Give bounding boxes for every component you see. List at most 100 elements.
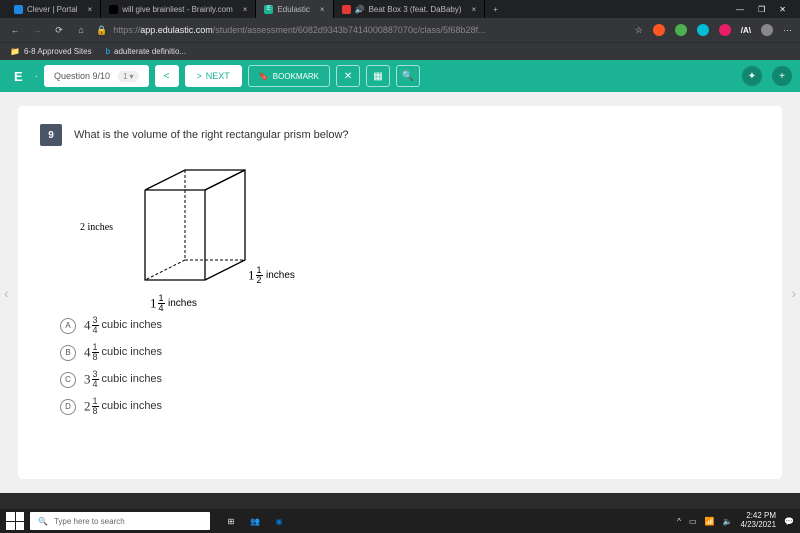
app-header: E · Question 9/10 1▾ < >NEXT 🔖BOOKMARK ✕… xyxy=(0,60,800,92)
address-bar: ← → ⟳ ⌂ 🔒 https://app.edulastic.com/stud… xyxy=(0,18,800,42)
bookmark-item[interactable]: 📁 6-8 Approved Sites xyxy=(10,47,92,56)
back-button[interactable]: ← xyxy=(8,25,22,35)
date-text: 4/23/2021 xyxy=(740,521,776,530)
app-logo: E xyxy=(8,69,29,84)
bookmark-item[interactable]: b adulterate definitio... xyxy=(106,47,187,56)
extension-icon[interactable]: /A\ xyxy=(741,26,751,35)
width-label: 114 inches xyxy=(150,294,197,313)
tab-label: Edulastic xyxy=(277,5,309,14)
tab-brainly[interactable]: will give brainliest - Brainly.com × xyxy=(101,0,256,18)
choice-letter: D xyxy=(60,399,76,415)
close-window-icon[interactable]: ✕ xyxy=(779,5,786,14)
profile-icon[interactable] xyxy=(761,24,773,36)
choice-b[interactable]: B 418cubic inches xyxy=(60,343,760,362)
task-view-button[interactable]: ⊞ xyxy=(220,512,242,530)
home-button[interactable]: ⌂ xyxy=(74,25,88,35)
edge-icon[interactable]: ◉ xyxy=(268,512,290,530)
prism-diagram: 2 inches 114 inches 112 inches xyxy=(90,160,760,300)
favicon-icon xyxy=(14,5,23,14)
extension-icon[interactable] xyxy=(719,24,731,36)
chevron-right-icon: > xyxy=(197,71,202,81)
tab-edulastic[interactable]: E Edulastic × xyxy=(256,0,333,18)
url-text: https://app.edulastic.com/student/assess… xyxy=(113,25,485,35)
prev-question-button[interactable]: ‹ xyxy=(4,285,9,301)
windows-taskbar: 🔍 Type here to search ⊞ 👥 ◉ ^ ▭ 📶 🔈 2:42… xyxy=(0,509,800,533)
tab-clever[interactable]: Clever | Portal × xyxy=(6,0,101,18)
extension-icon[interactable] xyxy=(653,24,665,36)
choice-letter: B xyxy=(60,345,76,361)
favicon-icon xyxy=(109,5,118,14)
new-tab-button[interactable]: + xyxy=(485,5,506,14)
favicon-icon: E xyxy=(264,5,273,14)
extension-icon[interactable] xyxy=(675,24,687,36)
notifications-icon[interactable]: 💬 xyxy=(784,517,794,526)
close-icon[interactable]: × xyxy=(243,5,248,14)
choice-d[interactable]: D 218cubic inches xyxy=(60,397,760,416)
question-indicator[interactable]: Question 9/10 1▾ xyxy=(44,65,149,87)
tab-label: Beat Box 3 (feat. DaBaby) xyxy=(369,5,462,14)
taskbar-search[interactable]: 🔍 Type here to search xyxy=(30,512,210,530)
close-icon: ✕ xyxy=(344,71,352,82)
tab-label: Clever | Portal xyxy=(27,5,78,14)
choice-a[interactable]: A 434cubic inches xyxy=(60,316,760,335)
volume-icon[interactable]: 🔈 xyxy=(722,517,732,526)
forward-button[interactable]: → xyxy=(30,25,44,35)
folder-icon: 📁 xyxy=(10,47,20,56)
accessibility-icon: ✦ xyxy=(748,71,756,82)
minimize-icon[interactable]: — xyxy=(736,5,744,14)
attempt-chip: 1▾ xyxy=(118,71,138,82)
bookmark-label: adulterate definitio... xyxy=(114,47,186,56)
question-text: What is the volume of the right rectangu… xyxy=(74,129,349,141)
search-icon: 🔍 xyxy=(402,71,414,82)
depth-label: 112 inches xyxy=(248,266,295,285)
calendar-icon: ▦ xyxy=(373,71,382,82)
close-icon[interactable]: × xyxy=(320,5,325,14)
maximize-icon[interactable]: ❐ xyxy=(758,5,765,14)
add-button[interactable]: + xyxy=(772,66,792,86)
tray-chevron-icon[interactable]: ^ xyxy=(677,517,681,526)
close-icon[interactable]: × xyxy=(472,5,477,14)
menu-icon[interactable]: ⋯ xyxy=(783,25,792,36)
choice-letter: C xyxy=(60,372,76,388)
refresh-button[interactable]: ⟳ xyxy=(52,25,66,36)
wifi-icon[interactable]: 📶 xyxy=(705,517,715,526)
accessibility-button[interactable]: ✦ xyxy=(742,66,762,86)
close-icon[interactable]: × xyxy=(88,5,93,14)
site-icon: b xyxy=(106,47,110,56)
chevron-left-icon: < xyxy=(164,71,170,82)
plus-icon: + xyxy=(779,71,785,82)
battery-icon[interactable]: ▭ xyxy=(689,517,697,526)
favicon-icon xyxy=(342,5,351,14)
bookmark-button[interactable]: 🔖BOOKMARK xyxy=(248,65,330,87)
lock-icon: 🔒 xyxy=(96,25,107,36)
bookmark-label: 6-8 Approved Sites xyxy=(24,47,92,56)
choice-c[interactable]: C 334cubic inches xyxy=(60,370,760,389)
tab-music[interactable]: 🔊 Beat Box 3 (feat. DaBaby) × xyxy=(334,0,486,18)
system-clock[interactable]: 2:42 PM 4/23/2021 xyxy=(740,512,776,530)
tab-label: will give brainliest - Brainly.com xyxy=(122,5,233,14)
answer-choices: A 434cubic inches B 418cubic inches C 33… xyxy=(60,316,760,416)
choice-letter: A xyxy=(60,318,76,334)
close-tool-button[interactable]: ✕ xyxy=(336,65,360,87)
search-icon: 🔍 xyxy=(38,517,48,526)
search-tool-button[interactable]: 🔍 xyxy=(396,65,420,87)
start-button[interactable] xyxy=(6,512,24,530)
next-question-button[interactable]: › xyxy=(791,285,796,301)
favorite-icon[interactable]: ☆ xyxy=(635,25,643,36)
next-button[interactable]: >NEXT xyxy=(185,65,242,87)
extension-icon[interactable] xyxy=(697,24,709,36)
question-counter: Question 9/10 xyxy=(54,71,110,81)
calculator-button[interactable]: ▦ xyxy=(366,65,390,87)
url-input[interactable]: 🔒 https://app.edulastic.com/student/asse… xyxy=(96,25,627,36)
question-card: 9 What is the volume of the right rectan… xyxy=(18,106,782,479)
chevron-down-icon: ▾ xyxy=(130,72,134,81)
prev-button[interactable]: < xyxy=(155,65,179,87)
content-area: ‹ › 9 What is the volume of the right re… xyxy=(0,92,800,493)
browser-tab-bar: Clever | Portal × will give brainliest -… xyxy=(0,0,800,18)
bookmark-icon: 🔖 xyxy=(259,72,269,81)
height-label: 2 inches xyxy=(80,222,113,233)
bookmarks-bar: 📁 6-8 Approved Sites b adulterate defini… xyxy=(0,42,800,60)
teams-icon[interactable]: 👥 xyxy=(244,512,266,530)
search-placeholder: Type here to search xyxy=(54,517,125,526)
speaker-icon: 🔊 xyxy=(355,5,365,14)
